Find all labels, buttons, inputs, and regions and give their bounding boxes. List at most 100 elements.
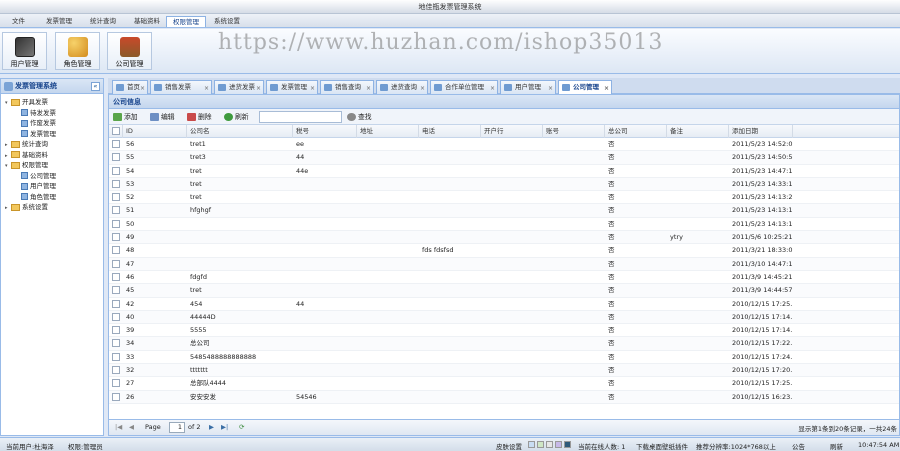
collapse-icon[interactable]: « [91,82,100,91]
row-checkbox[interactable] [112,299,120,308]
tab[interactable]: 销售查询 × [320,80,374,94]
column-header[interactable]: 账号 [543,125,605,138]
notice-link[interactable]: 公告 [792,441,805,451]
page-input[interactable]: 1 [169,422,185,433]
row-checkbox[interactable] [112,179,120,188]
prev-page-icon[interactable]: ◀ [129,423,134,431]
delete-button[interactable]: 删除 [187,111,212,123]
row-checkbox[interactable] [112,272,120,281]
column-header[interactable]: 备注 [667,125,729,138]
menu-item[interactable]: 系统设置 [208,16,246,27]
tab[interactable]: 销售发票 × [150,80,212,94]
tree-item[interactable]: ▸ 基础资料 [5,150,103,161]
column-header[interactable]: 添加日期 [729,125,793,138]
tree-item[interactable]: ▸ 统计查询 [5,139,103,150]
row-checkbox[interactable] [112,206,120,215]
first-page-icon[interactable]: |◀ [115,423,122,431]
row-checkbox[interactable] [112,392,120,401]
next-page-icon[interactable]: ▶ [209,423,214,431]
table-row[interactable]: 51 hfghgf 否 2011/5/23 14:13:16 [109,204,899,218]
tab[interactable]: 合作单位管理 × [430,80,498,94]
column-header[interactable]: ID [123,125,187,138]
menu-item[interactable]: 权限管理 [166,16,206,27]
row-checkbox[interactable] [112,379,120,388]
skin-swatch[interactable] [546,441,553,448]
row-checkbox[interactable] [112,326,120,335]
column-header[interactable]: 电话 [419,125,481,138]
menu-item[interactable]: 统计查询 [84,16,122,27]
tree-item[interactable]: 作废发票 [5,118,103,129]
tab[interactable]: 进货查询 × [376,80,428,94]
menu-item[interactable]: 发票管理 [40,16,78,27]
tree-item[interactable]: ▾ 开具发票 [5,97,103,108]
table-row[interactable]: 26 安安安发 54546 否 2010/12/15 16:23... [109,390,899,404]
row-checkbox[interactable] [112,352,120,361]
menu-item[interactable]: 文件 [6,16,31,27]
table-row[interactable]: 45 tret 否 2011/3/9 14:44:57 [109,284,899,298]
search-button[interactable]: 查找 [347,111,372,123]
tree-item[interactable]: 用户管理 [5,181,103,192]
table-row[interactable]: 54 tret 44e 否 2011/5/23 14:47:11 [109,165,899,178]
table-row[interactable]: 46 fdgfd 否 2011/3/9 14:45:21 [109,271,899,285]
row-checkbox[interactable] [112,166,120,175]
table-row[interactable]: 52 tret 否 2011/5/23 14:13:23 [109,191,899,205]
skin-swatch[interactable] [537,441,544,448]
skin-swatch[interactable] [564,441,571,448]
table-row[interactable]: 50 否 2011/5/23 14:13:10 [109,218,899,232]
skin-swatch[interactable] [528,441,535,448]
tab[interactable]: 首页 × [112,80,148,94]
refresh-button[interactable]: 刷新 [224,111,249,123]
tab[interactable]: 进货发票 × [214,80,264,94]
table-row[interactable]: 32 ttttttt 否 2010/12/15 17:20... [109,364,899,378]
table-row[interactable]: 48 fds fdsfsd 否 2011/3/21 18:33:03 [109,244,899,258]
row-checkbox[interactable] [112,339,120,348]
tree-item[interactable]: 发票管理 [5,129,103,140]
tab[interactable]: 用户管理 × [500,80,556,94]
tree-item[interactable]: 公司管理 [5,171,103,182]
table-row[interactable]: 39 5555 否 2010/12/15 17:14... [109,324,899,338]
tree-item[interactable]: 待发发票 [5,108,103,119]
row-checkbox[interactable] [112,286,120,295]
select-all-checkbox[interactable] [112,127,120,135]
table-row[interactable]: 53 tret 否 2011/5/23 14:33:17 [109,177,899,192]
row-checkbox[interactable] [112,219,120,228]
tree-item[interactable]: ▾ 权限管理 [5,160,103,171]
table-row[interactable]: 56 tret1 ee 否 2011/5/23 14:52:02 [109,138,899,152]
user-manage-button[interactable]: 用户管理 [2,32,47,70]
column-header[interactable]: 税号 [293,125,357,138]
row-checkbox[interactable] [112,246,120,255]
menu-item[interactable]: 基础资料 [128,16,166,27]
tree-item[interactable]: 角色管理 [5,192,103,203]
add-button[interactable]: 添加 [113,111,138,123]
tab[interactable]: 公司管理 × [558,80,612,94]
table-row[interactable]: 49 否 ytry 2011/5/6 10:25:21 [109,231,899,245]
row-checkbox[interactable] [112,312,120,321]
table-row[interactable]: 55 tret3 44 否 2011/5/23 14:50:58 [109,151,899,165]
table-row[interactable]: 47 否 2011/3/10 14:47:13 [109,257,899,271]
skin-settings[interactable]: 皮肤设置 [496,441,522,451]
column-header[interactable]: 公司名 [187,125,293,138]
row-checkbox[interactable] [112,233,120,242]
table-row[interactable]: 27 总部队4444 否 2010/12/15 17:25... [109,377,899,391]
tab[interactable]: 发票管理 × [266,80,318,94]
row-checkbox[interactable] [112,259,120,268]
row-checkbox[interactable] [112,366,120,375]
skin-swatch[interactable] [555,441,562,448]
edit-button[interactable]: 编辑 [150,111,175,123]
search-input[interactable] [259,111,342,123]
table-row[interactable]: 40 44444D 否 2010/12/15 17:14... [109,310,899,325]
refresh-page-icon[interactable]: ⟳ [239,423,244,431]
tree-item[interactable]: ▸ 系统设置 [5,202,103,213]
row-checkbox[interactable] [112,140,120,148]
column-header[interactable]: 地址 [357,125,419,138]
last-page-icon[interactable]: ▶| [221,423,228,431]
table-row[interactable]: 34 总公司 否 2010/12/15 17:22... [109,337,899,351]
refresh-link[interactable]: 刷新 [830,441,843,451]
column-header[interactable]: 总公司 [605,125,667,138]
table-row[interactable]: 42 454 44 否 2010/12/15 17:25... [109,298,899,311]
role-manage-button[interactable]: 角色管理 [55,32,100,70]
column-header[interactable]: 开户行 [481,125,543,138]
row-checkbox[interactable] [112,193,120,202]
table-row[interactable]: 33 5485488888888888 否 2010/12/15 17:24... [109,351,899,365]
company-manage-button[interactable]: 公司管理 [107,32,152,70]
